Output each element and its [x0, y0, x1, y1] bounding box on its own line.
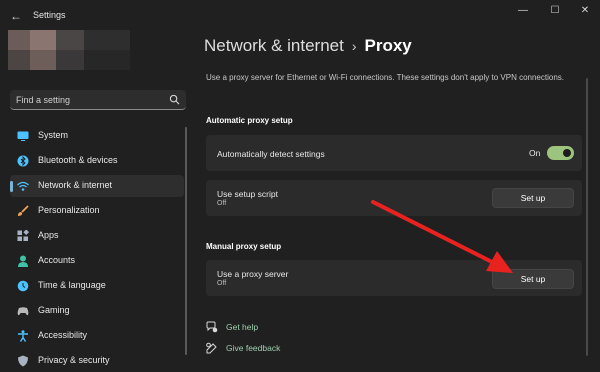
- minimize-button[interactable]: —: [508, 3, 538, 19]
- avatar[interactable]: [8, 30, 130, 70]
- breadcrumb-separator: ›: [351, 38, 357, 54]
- back-arrow-icon[interactable]: ←: [8, 8, 24, 24]
- monitor-icon: [17, 131, 29, 141]
- breadcrumb: Network & internet › Proxy: [204, 36, 412, 56]
- page-title: Proxy: [364, 36, 412, 55]
- auto-detect-title: Automatically detect settings: [217, 149, 325, 159]
- sidebar-item-label: Accounts: [38, 255, 76, 265]
- globe-clock-icon: [17, 280, 29, 292]
- brush-icon: [18, 205, 29, 216]
- auto-detect-toggle[interactable]: [547, 146, 574, 160]
- section-heading-automatic: Automatic proxy setup: [206, 116, 293, 125]
- setup-script-card: Use setup script Off Set up: [206, 180, 582, 216]
- sidebar-item-gaming[interactable]: Gaming: [10, 300, 184, 322]
- sidebar-item-label: Personalization: [38, 205, 100, 215]
- gamepad-icon: [17, 307, 29, 316]
- proxy-server-title: Use a proxy server: [217, 269, 289, 279]
- proxy-server-card: Use a proxy server Off Set up: [206, 260, 582, 296]
- sidebar-item-label: Gaming: [38, 305, 70, 315]
- sidebar-item-accessibility[interactable]: Accessibility: [10, 325, 184, 347]
- sidebar-scrollbar[interactable]: [185, 127, 187, 355]
- get-help-label[interactable]: Get help: [226, 322, 258, 332]
- sidebar-item-personalization[interactable]: Personalization: [10, 200, 184, 222]
- sidebar-item-accounts[interactable]: Accounts: [10, 250, 184, 272]
- sidebar-item-privacy-security[interactable]: Privacy & security: [10, 350, 184, 372]
- setup-script-status: Off: [217, 200, 227, 207]
- toggle-knob: [563, 149, 571, 157]
- setup-script-button[interactable]: Set up: [492, 188, 574, 208]
- close-button[interactable]: ✕: [570, 3, 600, 19]
- page-description: Use a proxy server for Ethernet or Wi-Fi…: [206, 73, 564, 82]
- help-icon: [206, 321, 218, 333]
- section-heading-manual: Manual proxy setup: [206, 242, 282, 251]
- search-box[interactable]: [10, 90, 186, 110]
- search-input[interactable]: [16, 92, 166, 107]
- person-icon: [18, 255, 28, 267]
- apps-icon: [17, 230, 29, 241]
- breadcrumb-parent[interactable]: Network & internet: [204, 36, 344, 55]
- sidebar-item-time-language[interactable]: Time & language: [10, 275, 184, 297]
- proxy-server-status: Off: [217, 280, 227, 287]
- app-title: Settings: [33, 10, 66, 20]
- sidebar-item-label: Accessibility: [38, 330, 88, 340]
- shield-icon: [18, 355, 28, 367]
- sidebar-item-label: System: [38, 130, 69, 140]
- bluetooth-icon: [17, 155, 29, 167]
- sidebar-item-bluetooth[interactable]: Bluetooth & devices: [10, 150, 184, 172]
- search-icon[interactable]: [169, 94, 180, 105]
- give-feedback-label[interactable]: Give feedback: [226, 343, 280, 353]
- sidebar-item-label: Privacy & security: [38, 355, 110, 365]
- feedback-icon: [206, 342, 217, 354]
- manual-proxy-setup-button[interactable]: Set up: [492, 269, 574, 289]
- sidebar-item-label: Network & internet: [38, 180, 113, 190]
- setup-script-title: Use setup script: [217, 189, 278, 199]
- sidebar-item-apps[interactable]: Apps: [10, 225, 184, 247]
- sidebar-item-label: Bluetooth & devices: [38, 155, 118, 165]
- main-scrollbar[interactable]: [586, 78, 588, 356]
- active-indicator: [10, 181, 13, 192]
- auto-detect-card: Automatically detect settings On: [206, 135, 582, 171]
- wifi-icon: [17, 181, 29, 191]
- sidebar-item-network[interactable]: Network & internet: [10, 175, 184, 197]
- maximize-button[interactable]: ☐: [540, 3, 570, 19]
- sidebar-item-label: Time & language: [38, 280, 106, 290]
- toggle-state-label: On: [529, 148, 541, 158]
- accessibility-icon: [18, 330, 28, 342]
- sidebar-item-label: Apps: [38, 230, 59, 240]
- sidebar-item-system[interactable]: System: [10, 125, 184, 147]
